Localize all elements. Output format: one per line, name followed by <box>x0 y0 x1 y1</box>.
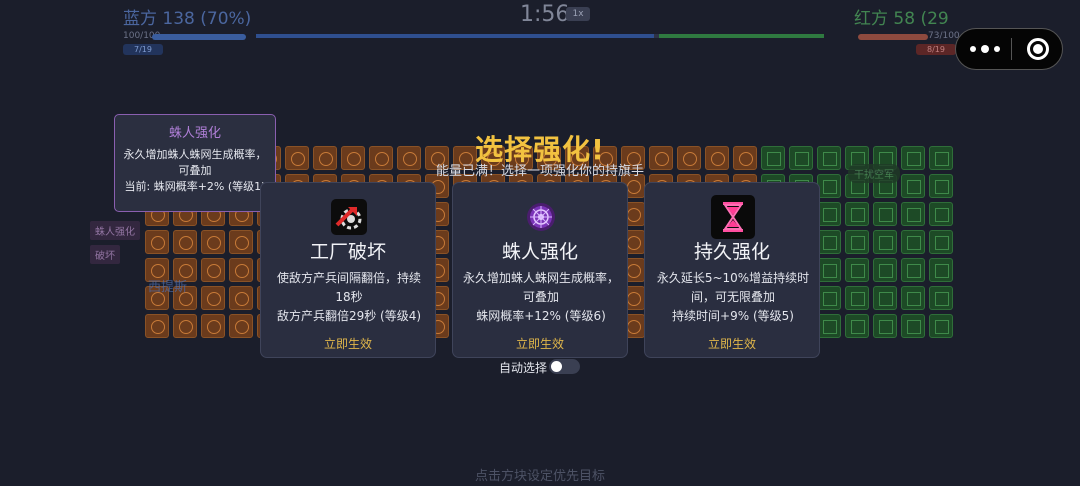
apply-now-button[interactable]: 立即生效 <box>453 335 627 352</box>
bottom-hint: 点击方块设定优先目标 <box>474 469 605 484</box>
blue-base-label: 西提斯 <box>148 280 188 295</box>
board-tile[interactable] <box>229 314 253 338</box>
board-tile[interactable] <box>145 230 169 254</box>
auto-select-toggle[interactable] <box>549 359 580 374</box>
red-hp-text: 73/100 <box>928 31 960 41</box>
upgrade-card-factory[interactable]: 工厂破坏 使敌方产兵间隔翻倍，持续18秒 敌方产兵翻倍29秒 (等级4) 立即生… <box>260 182 436 358</box>
red-team-score: 红方 58 (29 <box>854 9 949 29</box>
toggle-knob <box>551 361 562 372</box>
board-tile[interactable] <box>201 286 225 310</box>
card-name: 蛛人强化 <box>501 241 578 263</box>
board-tile[interactable] <box>929 286 953 310</box>
board-tile[interactable] <box>929 314 953 338</box>
board-tile[interactable] <box>929 202 953 226</box>
card-name: 工厂破坏 <box>309 241 386 263</box>
spider-web-icon <box>523 199 559 235</box>
upgrade-modal-subtitle: 能量已满！选择一项强化你的持旗手 <box>435 164 644 179</box>
tooltip-current-level: 当前: 蛛网概率+2% (等级1) <box>124 180 266 193</box>
board-tile[interactable] <box>845 286 869 310</box>
board-tile[interactable] <box>873 258 897 282</box>
board-tile[interactable] <box>901 286 925 310</box>
territory-progress <box>256 34 824 38</box>
left-buff-tag-2: 破坏 <box>90 245 120 264</box>
card-name: 持久强化 <box>693 241 770 263</box>
match-timer: 1:56 <box>520 2 570 27</box>
board-tile[interactable] <box>817 314 841 338</box>
red-hp-bar <box>858 34 928 40</box>
blue-hp-bar <box>152 34 246 40</box>
board-tile[interactable] <box>173 230 197 254</box>
card-level: 持续时间+9% (等级5) <box>672 309 794 323</box>
board-tile[interactable] <box>817 230 841 254</box>
board-tile[interactable] <box>201 230 225 254</box>
card-level: 敌方产兵翻倍29秒 (等级4) <box>276 309 422 323</box>
board-tile[interactable] <box>817 258 841 282</box>
board-tile[interactable] <box>873 202 897 226</box>
apply-now-button[interactable]: 立即生效 <box>645 335 819 352</box>
board-tile[interactable] <box>845 258 869 282</box>
card-effect: 永久延长5~10%增益持续时间，可无限叠加 <box>656 271 810 304</box>
card-description: 永久延长5~10%增益持续时间，可无限叠加 持续时间+9% (等级5) <box>655 269 811 326</box>
board-tile[interactable] <box>845 230 869 254</box>
card-effect: 使敌方产兵间隔翻倍，持续18秒 <box>276 271 421 304</box>
board-tile[interactable] <box>229 230 253 254</box>
card-level: 蛛网概率+12% (等级6) <box>476 309 606 323</box>
blue-wave-badge: 7/19 <box>123 44 163 55</box>
board-tile[interactable] <box>201 258 225 282</box>
capsule-divider <box>1011 38 1012 60</box>
card-description: 永久增加蛛人蛛网生成概率，可叠加 蛛网概率+12% (等级6) <box>463 269 619 326</box>
board-tile[interactable] <box>901 314 925 338</box>
close-miniprogram-icon[interactable] <box>1027 38 1049 60</box>
blue-territory-fill <box>256 34 654 38</box>
hourglass-icon <box>711 195 755 239</box>
board-tile[interactable] <box>817 202 841 226</box>
red-wave-badge: 8/19 <box>916 44 956 55</box>
board-tile[interactable] <box>845 202 869 226</box>
board-tile[interactable] <box>873 286 897 310</box>
board-tile[interactable] <box>201 314 225 338</box>
more-menu-icon[interactable] <box>970 41 1004 57</box>
board-tile[interactable] <box>929 258 953 282</box>
board-tile[interactable] <box>873 230 897 254</box>
board-tile[interactable] <box>145 314 169 338</box>
card-effect: 永久增加蛛人蛛网生成概率，可叠加 <box>463 271 620 304</box>
board-tile[interactable] <box>845 314 869 338</box>
miniprogram-capsule <box>955 28 1063 70</box>
speed-button[interactable]: 1x <box>566 7 590 21</box>
upgrade-card-spider[interactable]: 蛛人强化 永久增加蛛人蛛网生成概率，可叠加 蛛网概率+12% (等级6) 立即生… <box>452 182 628 358</box>
factory-destroy-icon <box>331 199 367 235</box>
board-tile[interactable] <box>873 314 897 338</box>
blue-team-score: 蓝方 138 (70%) <box>123 9 252 29</box>
apply-now-button[interactable]: 立即生效 <box>261 335 435 352</box>
green-territory-fill <box>659 34 824 38</box>
board-tile[interactable] <box>817 286 841 310</box>
board-tile[interactable] <box>229 286 253 310</box>
auto-select-label: 自动选择 <box>499 361 548 375</box>
board-tile[interactable] <box>901 258 925 282</box>
upgrade-card-duration[interactable]: 持久强化 永久延长5~10%增益持续时间，可无限叠加 持续时间+9% (等级5)… <box>644 182 820 358</box>
board-tile[interactable] <box>929 230 953 254</box>
left-buff-tag-1: 蛛人强化 <box>90 221 140 240</box>
board-tile[interactable] <box>901 230 925 254</box>
board-tile[interactable] <box>229 258 253 282</box>
card-description: 使敌方产兵间隔翻倍，持续18秒 敌方产兵翻倍29秒 (等级4) <box>271 269 427 326</box>
board-tile[interactable] <box>173 314 197 338</box>
board-tile[interactable] <box>901 202 925 226</box>
